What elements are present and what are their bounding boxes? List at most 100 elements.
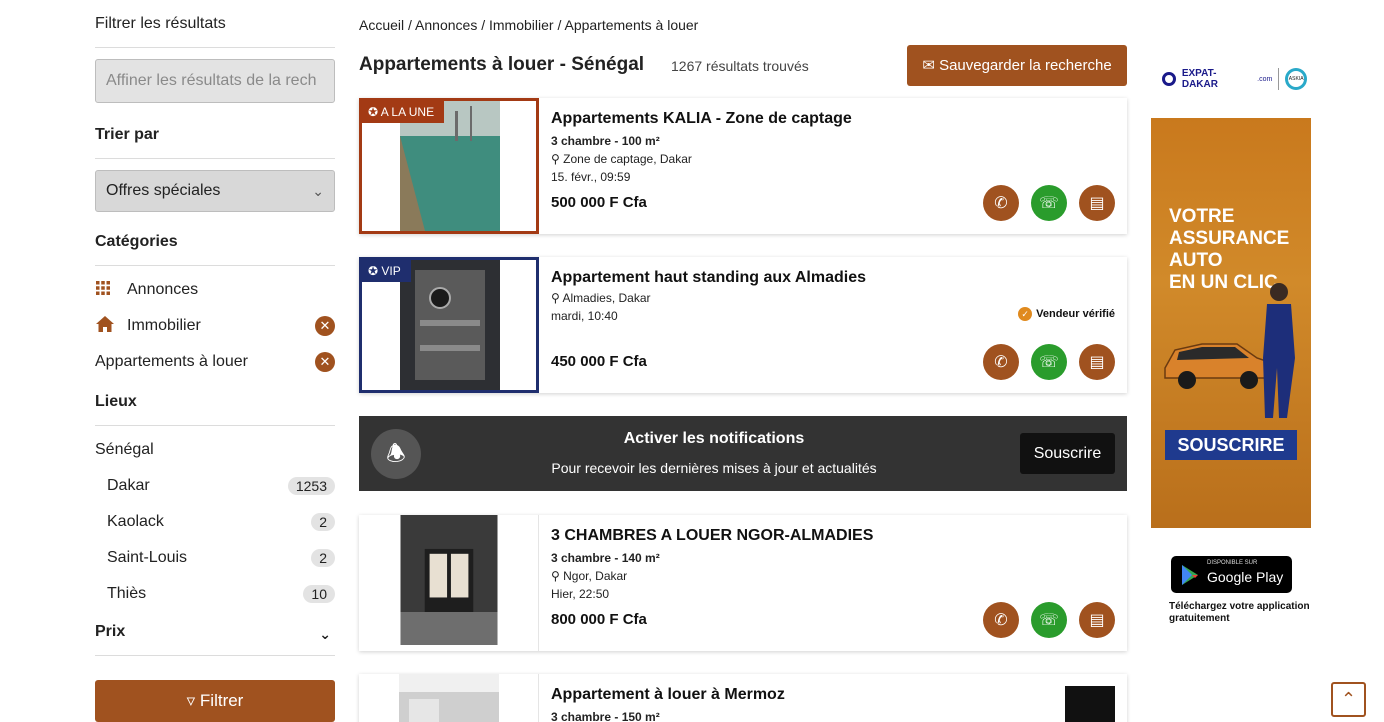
location-saint-louis[interactable]: Saint-Louis 2 [95, 540, 335, 576]
save-search-button[interactable]: ✉ Sauvegarder la recherche [907, 45, 1127, 86]
mail-icon: ✉ [922, 57, 935, 74]
listing-thumbnail[interactable]: ✪ A LA UNE [359, 98, 539, 234]
partner-logo: ASKIA [1285, 68, 1307, 90]
remove-filter-icon[interactable]: ✕ [315, 352, 335, 372]
price-filter-toggle[interactable]: Prix ⌄ [95, 608, 335, 656]
listing-title[interactable]: 3 CHAMBRES A LOUER NGOR-ALMADIES [551, 527, 873, 545]
filter-button-label: Filtrer [199, 691, 244, 710]
featured-tag: ✪ A LA UNE [362, 101, 445, 123]
ad-line: ASSURANCE [1169, 228, 1290, 249]
city-label: Thiès [107, 585, 147, 602]
logo-ring-icon [1162, 72, 1176, 86]
gplay-small-text: DISPONIBLE SUR [1207, 560, 1258, 566]
whatsapp-icon[interactable]: ☏ [1031, 185, 1067, 221]
breadcrumb-current: Appartements à louer [564, 17, 699, 33]
app-download-caption: Téléchargez votre application gratuiteme… [1169, 601, 1310, 624]
listing-details: 3 chambre - 100 m² [551, 134, 660, 148]
listing-photo [400, 515, 498, 645]
double-chevron-up-icon: ⌃ [1340, 689, 1357, 709]
verified-label: Vendeur vérifié [1036, 308, 1115, 320]
house-icon [95, 315, 127, 338]
listing-photo [400, 260, 500, 390]
listing-price: 800 000 F Cfa [551, 611, 647, 628]
scroll-to-top-button[interactable]: ⌃ [1331, 682, 1366, 717]
map-pin-icon: ⚲ [551, 291, 560, 305]
chat-icon[interactable]: ▤ [1079, 185, 1115, 221]
ad-line: VOTRE [1169, 206, 1235, 227]
insurance-ad-banner[interactable]: VOTRE ASSURANCE AUTO EN UN CLIC SOUSCRIR… [1151, 118, 1311, 528]
category-label: Appartements à louer [95, 353, 248, 370]
star-icon: ✪ [368, 105, 379, 119]
subscribe-button[interactable]: Souscrire [1020, 433, 1115, 474]
listing-card[interactable]: Appartement à louer à Mermoz 3 chambre -… [359, 674, 1127, 722]
listing-main: Accueil / Annonces / Immobilier / Appart… [359, 0, 1127, 722]
category-immobilier[interactable]: Immobilier ✕ [95, 308, 335, 344]
brand-name: EXPAT-DAKAR [1181, 68, 1218, 90]
breadcrumb-link[interactable]: Accueil [359, 17, 404, 33]
listing-location: ⚲ Ngor, Dakar [551, 569, 627, 583]
listing-date: Hier, 22:50 [551, 587, 610, 601]
listing-actions: ✆ ☏ ▤ [983, 602, 1115, 638]
category-annonces[interactable]: Annonces [95, 272, 335, 308]
phone-icon[interactable]: ✆ [983, 344, 1019, 380]
verified-icon: ✓ [1018, 307, 1033, 321]
phone-icon[interactable]: ✆ [983, 602, 1019, 638]
listing-title[interactable]: Appartement haut standing aux Almadies [551, 269, 866, 287]
chat-icon[interactable]: ▤ [1079, 344, 1115, 380]
map-pin-icon: ⚲ [551, 152, 560, 166]
person-image [1263, 283, 1295, 418]
listing-title[interactable]: Appartements KALIA - Zone de captage [551, 110, 852, 128]
featured-tag-label: A LA UNE [380, 105, 435, 119]
listing-thumbnail[interactable] [359, 515, 539, 651]
listing-actions: ✆ ☏ ▤ [983, 185, 1115, 221]
listing-card[interactable]: 3 CHAMBRES A LOUER NGOR-ALMADIES 3 chamb… [359, 515, 1127, 651]
listing-title[interactable]: Appartement à louer à Mermoz [551, 686, 785, 704]
listing-thumbnail[interactable] [359, 674, 539, 722]
vip-tag-label: VIP [381, 264, 401, 278]
remove-filter-icon[interactable]: ✕ [315, 316, 335, 336]
location-kaolack[interactable]: Kaolack 2 [95, 504, 335, 540]
funnel-icon: ▿ [186, 691, 196, 710]
listing-card[interactable]: ✪ VIP Appartement haut standing aux Alma… [359, 257, 1127, 393]
brand-separator [1278, 68, 1280, 90]
breadcrumb-link[interactable]: Annonces [415, 17, 477, 33]
listing-price: 500 000 F Cfa [551, 194, 647, 211]
listing-thumbnail[interactable]: ✪ VIP [359, 257, 539, 393]
location-dakar[interactable]: Dakar 1253 [95, 468, 335, 504]
city-label: Dakar [107, 477, 150, 494]
sort-select-value: Offres spéciales [106, 182, 221, 199]
listing-details: 3 chambre - 150 m² [551, 710, 660, 722]
location-country[interactable]: Sénégal [95, 432, 335, 468]
verified-seller-badge: ✓ Vendeur vérifié [1018, 307, 1115, 321]
listing-price: 450 000 F Cfa [551, 353, 647, 370]
whatsapp-icon[interactable]: ☏ [1031, 344, 1067, 380]
phone-icon[interactable]: ✆ [983, 185, 1019, 221]
breadcrumb: Accueil / Annonces / Immobilier / Appart… [359, 17, 699, 33]
category-appartements[interactable]: Appartements à louer ✕ [95, 344, 335, 380]
listing-card[interactable]: ✪ A LA UNE Appartements KALIA - Zone de … [359, 98, 1127, 234]
listing-date: mardi, 10:40 [551, 309, 618, 323]
google-play-icon [1182, 565, 1198, 585]
sort-select[interactable]: Offres spéciales ⌄ [95, 170, 335, 212]
listing-details: 3 chambre - 140 m² [551, 551, 660, 565]
map-pin-icon: ⚲ [551, 569, 560, 583]
whatsapp-icon[interactable]: ☏ [1031, 602, 1067, 638]
seller-logo [1065, 686, 1115, 722]
refine-search-input[interactable]: Affiner les résultats de la rech [95, 59, 335, 103]
vip-tag: ✪ VIP [362, 260, 411, 282]
locations-heading: Lieux [95, 378, 335, 426]
chat-icon[interactable]: ▤ [1079, 602, 1115, 638]
google-play-button[interactable]: DISPONIBLE SUR Google Play [1171, 556, 1292, 593]
category-label: Immobilier [127, 317, 201, 334]
results-count: 1267 résultats trouvés [671, 58, 809, 74]
breadcrumb-link[interactable]: Immobilier [489, 17, 554, 33]
listing-date: 15. févr., 09:59 [551, 170, 631, 184]
expat-dakar-logo[interactable]: EXPAT-DAKAR .com ASKIA [1162, 66, 1307, 92]
save-search-label: Sauvegarder la recherche [939, 57, 1112, 74]
chevron-down-icon: ⌄ [312, 183, 324, 199]
ad-subscribe-button[interactable]: SOUSCRIRE [1165, 430, 1297, 460]
filter-button[interactable]: ▿ Filtrer [95, 680, 335, 722]
star-icon: ✪ [368, 264, 379, 278]
listing-location: ⚲ Zone de captage, Dakar [551, 152, 692, 166]
location-thies[interactable]: Thiès 10 [95, 576, 335, 612]
